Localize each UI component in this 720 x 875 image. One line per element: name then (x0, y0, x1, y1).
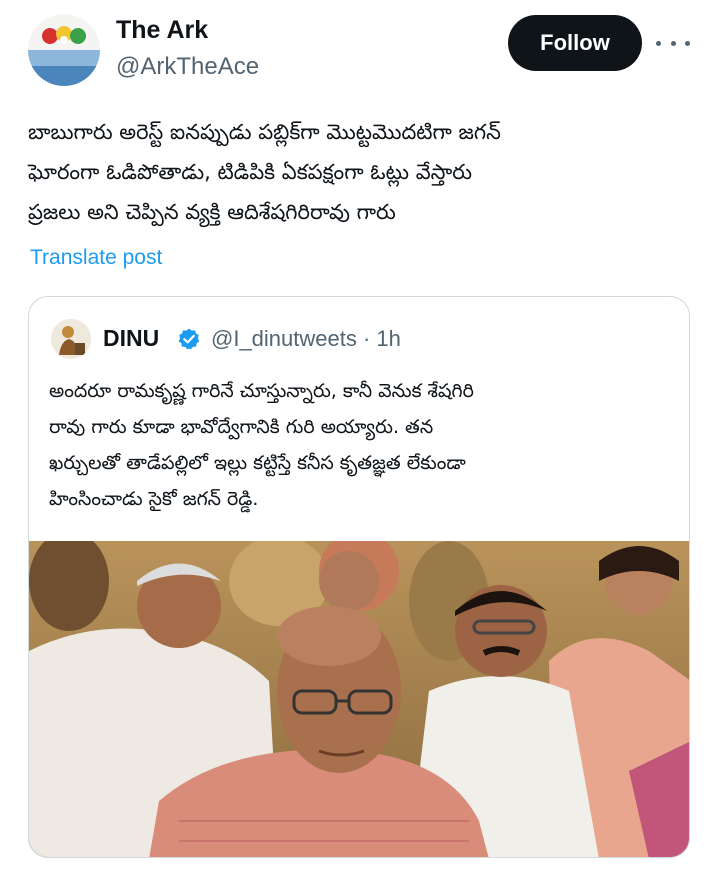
quote-author-avatar[interactable] (51, 319, 91, 359)
more-horizontal-icon[interactable] (656, 30, 690, 56)
quote-text: అందరూ రామకృష్ణ గారినే చూస్తున్నారు, కానీ… (49, 373, 679, 517)
author-handle[interactable]: @ArkTheAce (116, 53, 259, 81)
quote-author-handle-time[interactable]: @I_dinutweets · 1h (211, 326, 401, 352)
more-dot (656, 40, 661, 46)
post-text-line: ప్రజలు అని చెప్పిన వ్యక్తి ఆదిశేషగిరిరావ… (28, 200, 396, 224)
author-name[interactable]: The Ark (116, 16, 208, 45)
more-dot (670, 40, 676, 46)
author-avatar[interactable] (28, 14, 100, 86)
quote-text-line: ఖర్చులతో తాడేపల్లిలో ఇల్లు కట్టిస్తే కనీ… (49, 452, 466, 474)
translate-post-link[interactable]: Translate post (30, 246, 162, 270)
follow-button[interactable]: Follow (508, 15, 642, 71)
verified-badge-icon (177, 327, 201, 351)
post-text-line: బాబుగారు అరెస్ట్ ఐనప్పుడు పబ్లిక్‌గా మొట… (28, 120, 501, 144)
post-text: బాబుగారు అరెస్ట్ ఐనప్పుడు పబ్లిక్‌గా మొట… (28, 112, 698, 232)
quoted-post[interactable]: DINU @I_dinutweets · 1h అందరూ రామకృష్ణ గ… (28, 296, 690, 858)
quote-text-line: హింసించాడు సైకో జగన్ రెడ్డి. (49, 488, 259, 510)
quote-photo[interactable] (29, 531, 689, 857)
post-text-line: ఘోరంగా ఓడిపోతాడు, టిడిపికి ఏకపక్షంగా ఓట్… (28, 160, 473, 184)
more-dot (685, 40, 690, 46)
quote-author-name[interactable]: DINU (103, 325, 159, 352)
quote-text-line: అందరూ రామకృష్ణ గారినే చూస్తున్నారు, కానీ… (49, 380, 474, 402)
quote-text-line: రావు గారు కూడా భావోద్వేగానికి గురి అయ్యా… (49, 416, 434, 438)
